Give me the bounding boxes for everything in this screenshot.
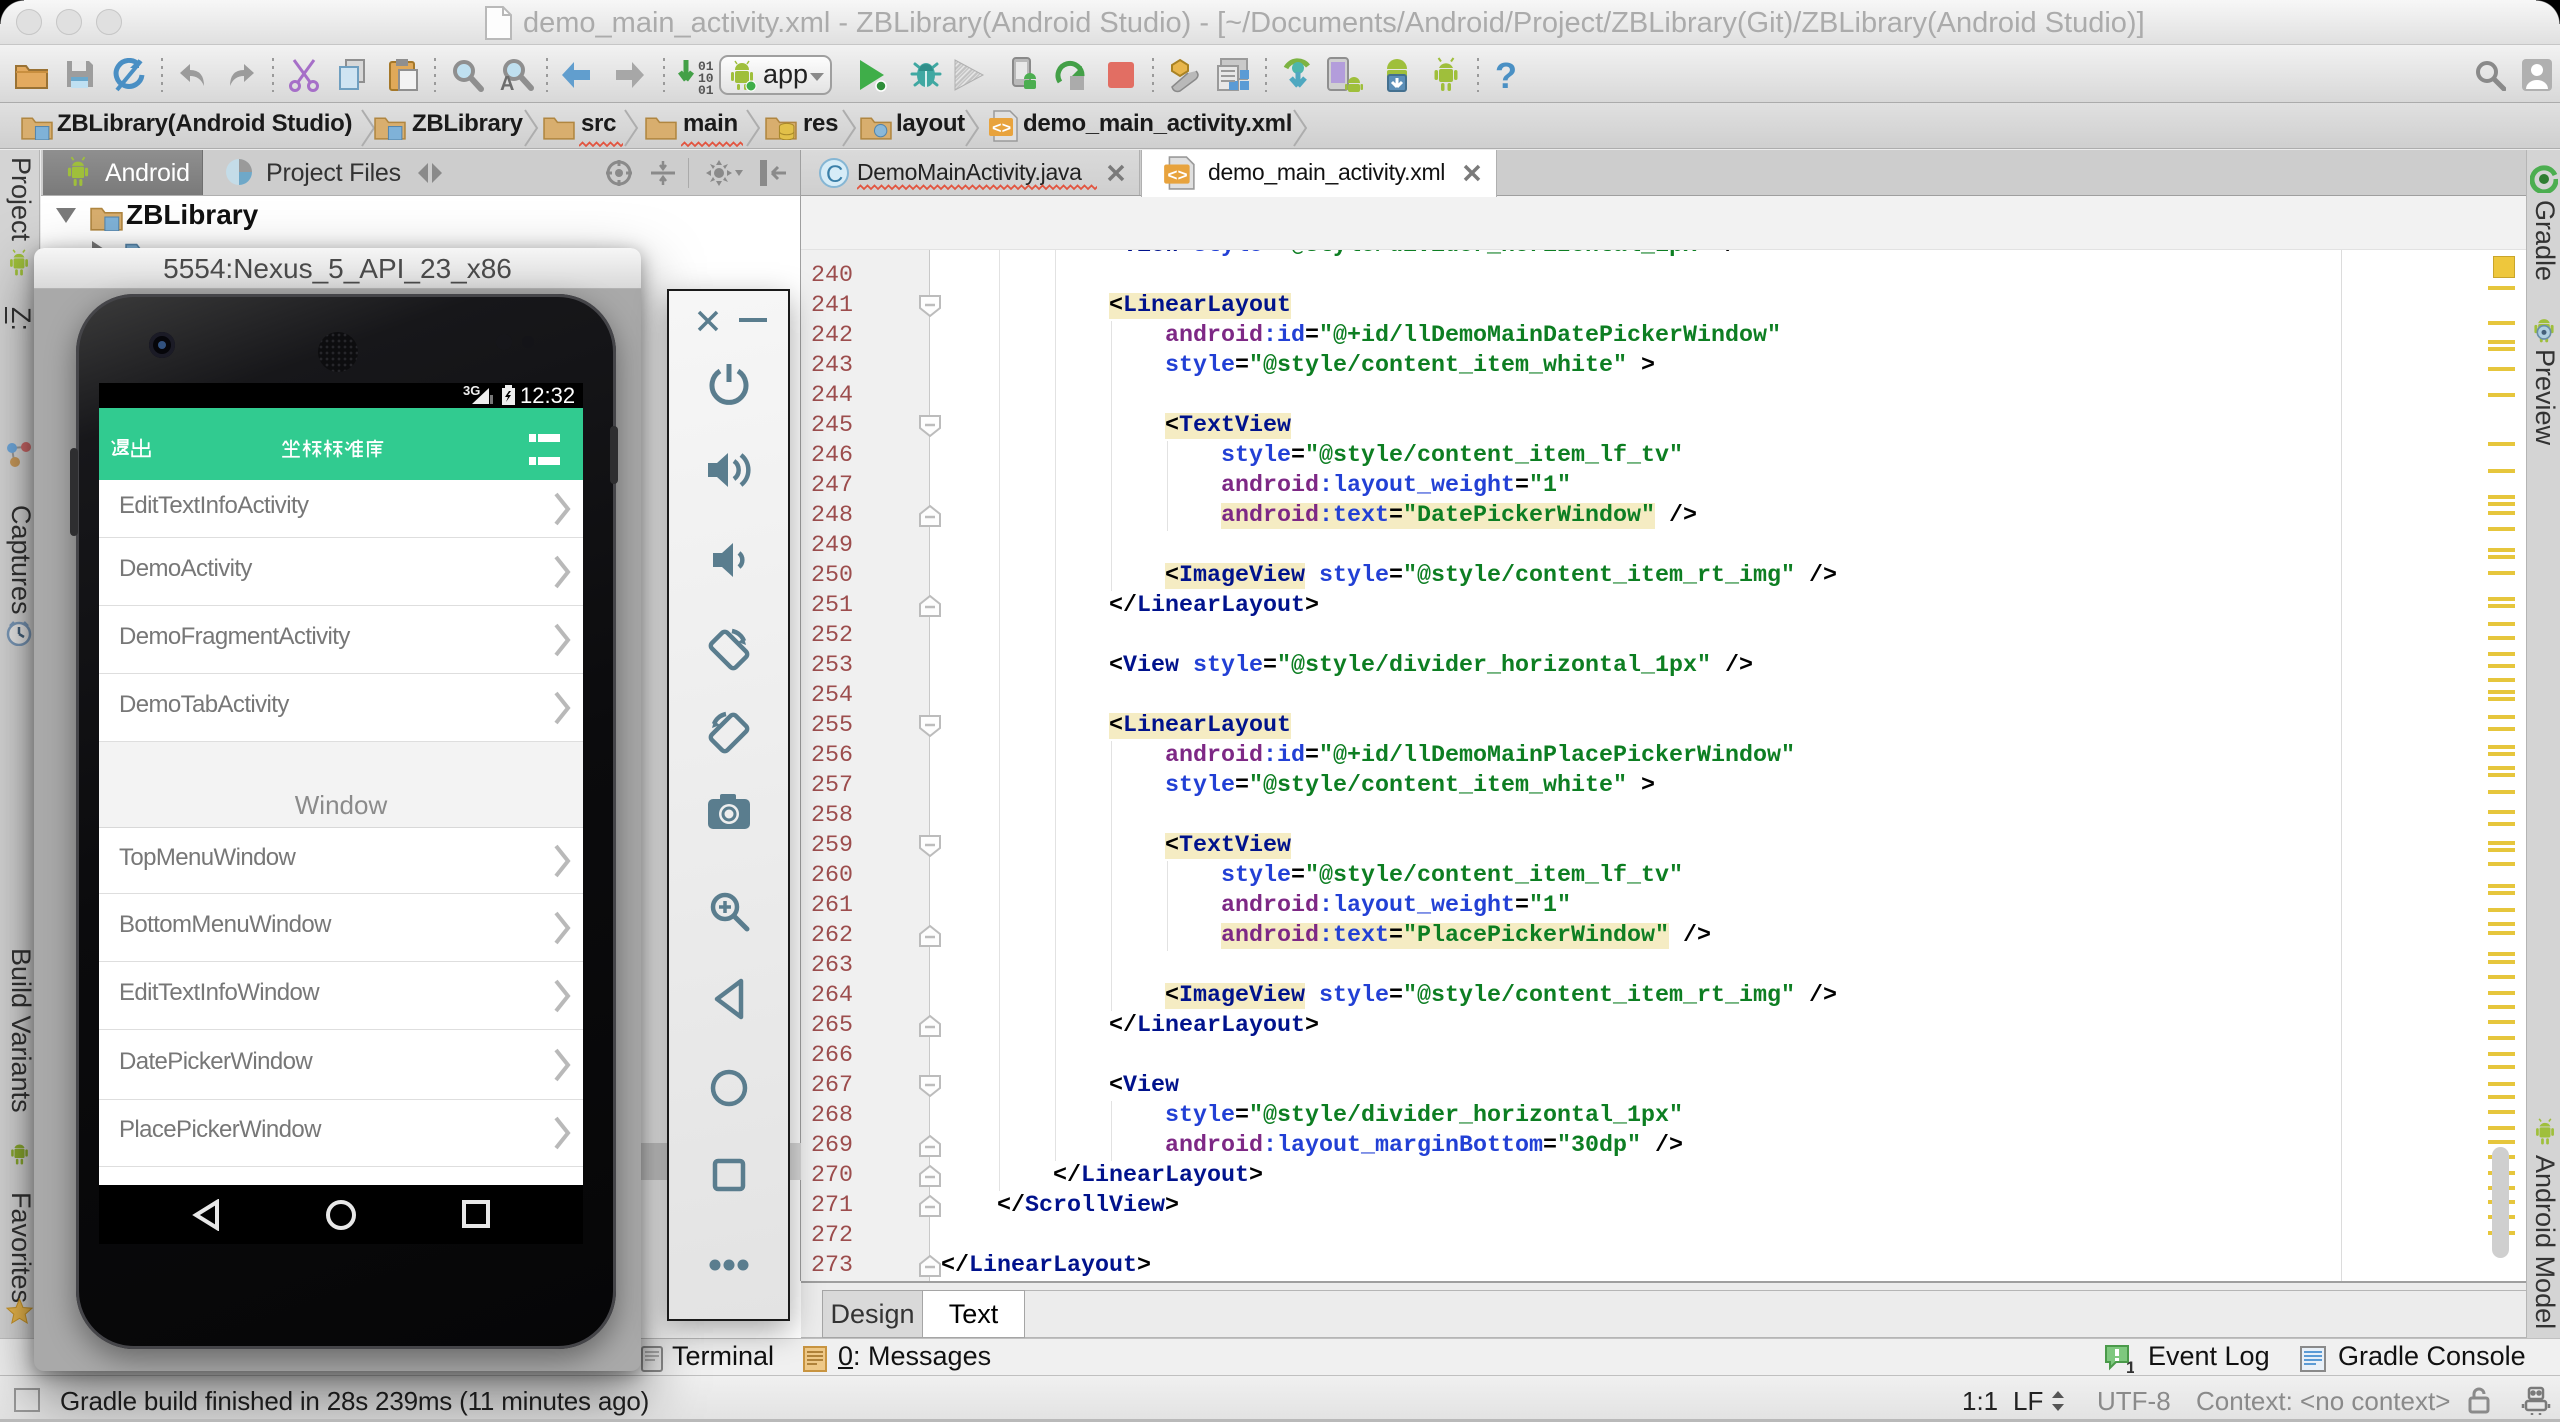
svg-text:<>: <> <box>1167 167 1187 186</box>
svg-text:A: A <box>500 73 514 92</box>
svg-text:1: 1 <box>2126 1358 2134 1374</box>
svg-text:01: 01 <box>698 83 714 94</box>
svg-text:<>: <> <box>992 120 1011 138</box>
svg-text:C: C <box>826 161 843 188</box>
